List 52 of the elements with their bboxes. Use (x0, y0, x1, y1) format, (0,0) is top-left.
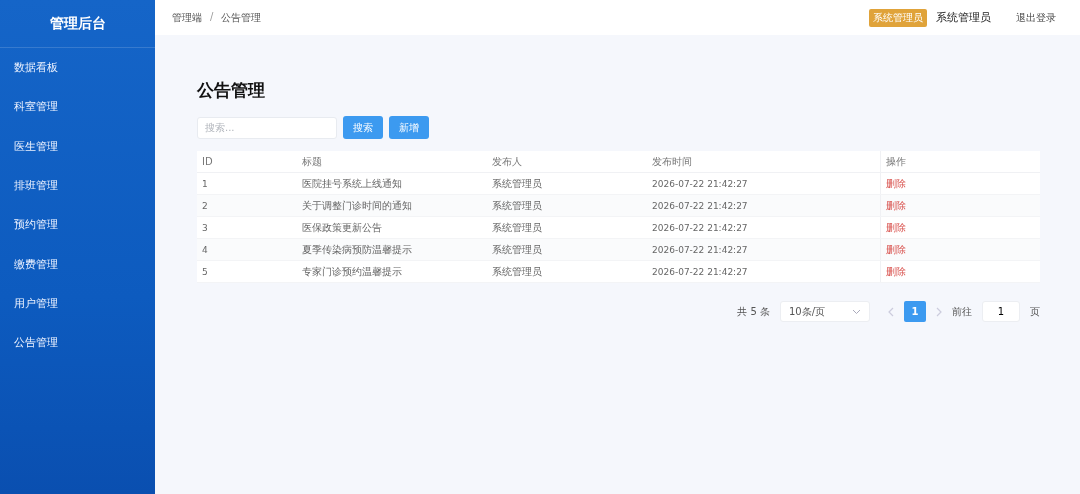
breadcrumb-item[interactable]: 管理端 (172, 10, 202, 25)
table-cell: 关于调整门诊时间的通知 (297, 194, 487, 217)
table-cell: 系统管理员 (487, 216, 647, 239)
breadcrumb-separator: / (210, 10, 214, 24)
breadcrumb-item[interactable]: 公告管理 (221, 10, 262, 25)
delete-link[interactable]: 删除 (886, 199, 906, 211)
table-cell: 2 (197, 194, 297, 217)
sidebar-item[interactable]: 预约管理 (0, 205, 155, 245)
column-header: 操作 (880, 151, 1040, 173)
delete-link[interactable]: 删除 (886, 243, 906, 255)
table-cell: 医保政策更新公告 (297, 216, 487, 239)
table-cell: 5 (197, 260, 297, 283)
column-header: 发布时间 (647, 151, 881, 173)
table-cell: 系统管理员 (487, 260, 647, 283)
column-header: 发布人 (487, 151, 647, 173)
table-cell: 1 (197, 172, 297, 195)
sidebar-item[interactable]: 数据看板 (0, 48, 155, 88)
column-header: ID (197, 151, 297, 173)
table-cell: 4 (197, 238, 297, 261)
page-size-select[interactable]: 10条/页 (780, 301, 870, 322)
table-cell: 夏季传染病预防温馨提示 (297, 238, 487, 261)
goto-label: 前往 (952, 304, 972, 319)
sidebar-item[interactable]: 缴费管理 (0, 244, 155, 284)
total-count: 共 5 条 (737, 304, 770, 319)
delete-link[interactable]: 删除 (886, 177, 906, 189)
sidebar-item[interactable]: 公告管理 (0, 323, 155, 363)
page-suffix: 页 (1030, 304, 1040, 319)
role-tag: 系统管理员 (869, 8, 927, 27)
table-cell: 医院挂号系统上线通知 (297, 172, 487, 195)
table-cell: 2026-07-22 21:42:27 (647, 194, 881, 217)
table-cell: 专家门诊预约温馨提示 (297, 260, 487, 283)
column-header: 标题 (297, 151, 487, 173)
sidebar-item[interactable]: 用户管理 (0, 283, 155, 324)
table-cell: 系统管理员 (487, 238, 647, 261)
table-cell: 系统管理员 (487, 172, 647, 195)
caret-icon (852, 308, 861, 315)
page-title: 公告管理 (197, 79, 266, 102)
delete-link[interactable]: 删除 (886, 265, 906, 277)
table-cell: 2026-07-22 21:42:27 (647, 216, 881, 239)
sidebar-item[interactable]: 科室管理 (0, 87, 155, 127)
table-cell: 3 (197, 216, 297, 239)
logout-link[interactable]: 退出登录 (1016, 10, 1056, 25)
delete-link[interactable]: 删除 (886, 221, 906, 233)
table-cell: 2026-07-22 21:42:27 (647, 172, 881, 195)
table-cell: 2026-07-22 21:42:27 (647, 260, 881, 283)
search-field[interactable]: 搜索... (197, 116, 337, 139)
table-cell: 2026-07-22 21:42:27 (647, 238, 881, 261)
sidebar-item[interactable]: 医生管理 (0, 126, 155, 166)
page-input[interactable]: 1 (982, 301, 1020, 322)
sidebar-item[interactable]: 排班管理 (0, 165, 155, 206)
user-name: 系统管理员 (936, 10, 991, 25)
table-cell: 系统管理员 (487, 194, 647, 217)
